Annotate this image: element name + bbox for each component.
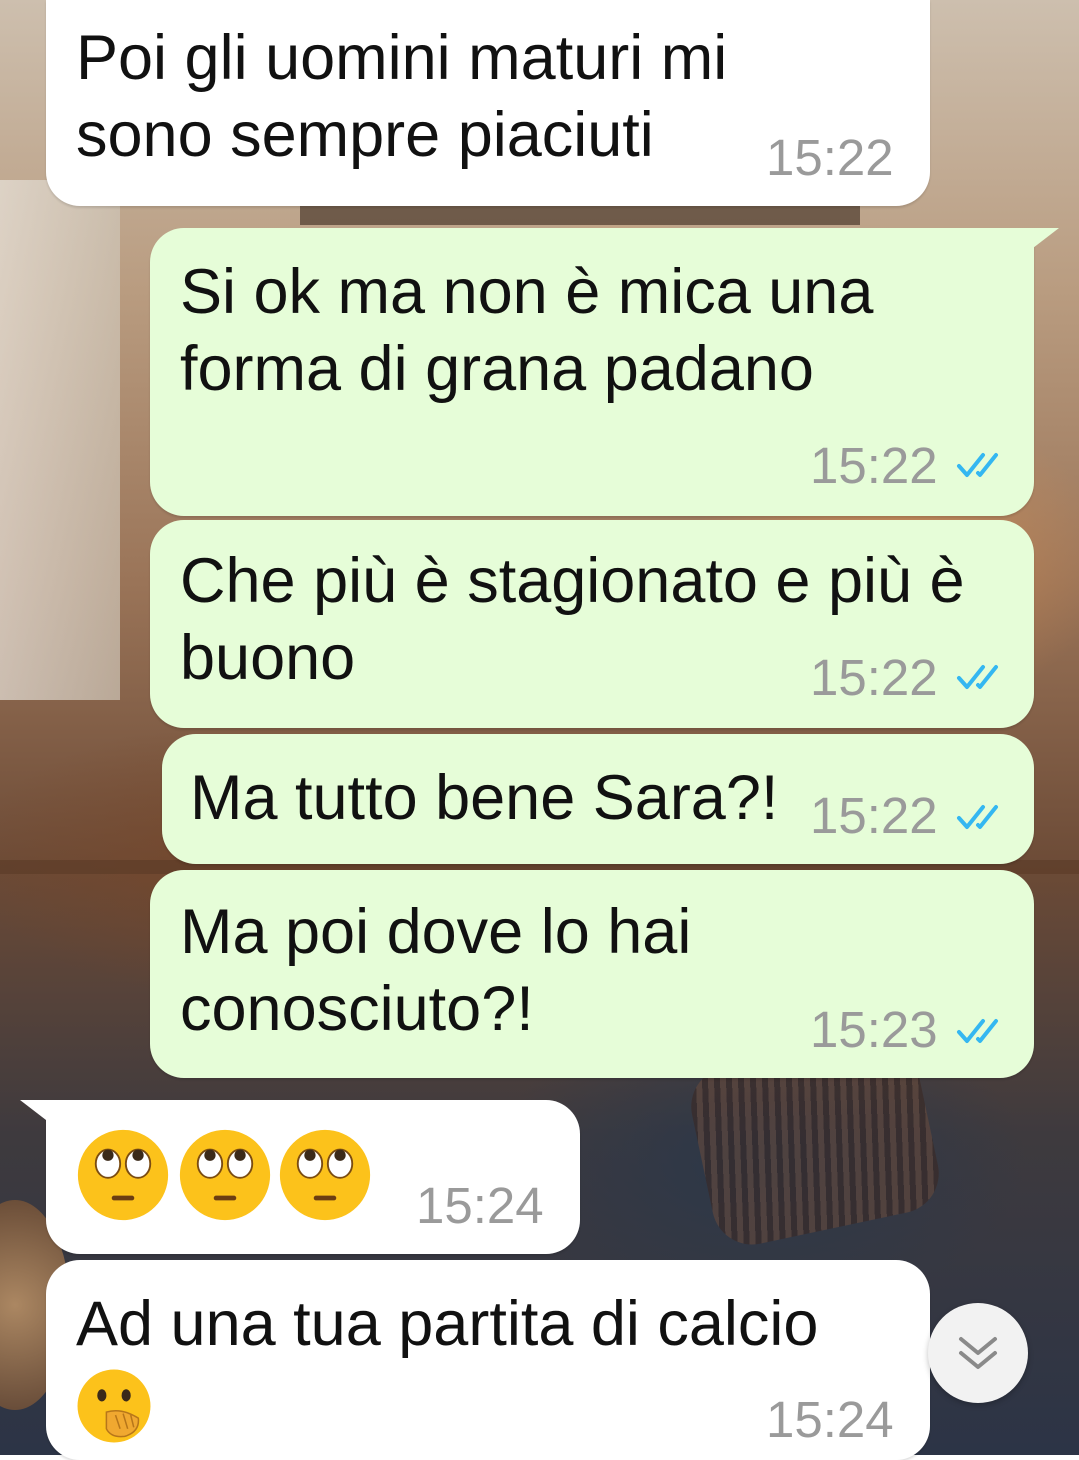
message-bubble-outgoing[interactable]: Ma tutto bene Sara?! 15:22 bbox=[162, 734, 1034, 864]
message-text: Ma tutto bene Sara?! bbox=[190, 763, 779, 833]
message-time: 15:23 bbox=[810, 1001, 938, 1058]
message-time: 15:22 bbox=[810, 787, 938, 844]
message-text: Si ok ma non è mica una forma di grana p… bbox=[180, 257, 874, 404]
read-ticks-icon bbox=[957, 1019, 998, 1043]
read-ticks-icon bbox=[957, 453, 998, 477]
face-with-hand-over-mouth-icon bbox=[77, 1369, 151, 1443]
message-time: 15:24 bbox=[416, 1177, 544, 1234]
message-bubble-incoming[interactable]: 15:24 bbox=[46, 1100, 580, 1254]
message-bubble-outgoing[interactable]: Ma poi dove lo hai conosciuto?! 15:23 bbox=[150, 870, 1034, 1078]
face-with-rolling-eyes-icon bbox=[77, 1129, 169, 1221]
message-time: 15:24 bbox=[766, 1391, 894, 1448]
message-time: 15:22 bbox=[810, 649, 938, 706]
message-bubble-incoming[interactable]: Ad una tua partita di calcio 15:24 bbox=[46, 1260, 930, 1460]
face-with-rolling-eyes-icon bbox=[279, 1129, 371, 1221]
wallpaper-window bbox=[0, 180, 120, 700]
read-ticks-icon bbox=[957, 665, 998, 689]
message-time: 15:22 bbox=[766, 129, 894, 186]
message-text: Poi gli uomini maturi mi sono sempre pia… bbox=[76, 23, 728, 170]
message-time: 15:22 bbox=[810, 437, 938, 494]
wallpaper-lamp bbox=[300, 205, 860, 225]
face-with-rolling-eyes-icon bbox=[179, 1129, 271, 1221]
message-bubble-outgoing[interactable]: Che più è stagionato e più è buono 15:22 bbox=[150, 520, 1034, 728]
double-chevron-down-icon bbox=[959, 1337, 997, 1369]
read-ticks-icon bbox=[957, 805, 998, 829]
scroll-to-bottom-button[interactable] bbox=[928, 1303, 1028, 1403]
bubble-tail bbox=[20, 1100, 46, 1120]
message-bubble-outgoing[interactable]: Si ok ma non è mica una forma di grana p… bbox=[150, 228, 1034, 516]
message-text: Ma poi dove lo hai conosciuto?! bbox=[180, 897, 692, 1044]
message-text: Ad una tua partita di calcio bbox=[76, 1289, 819, 1359]
bubble-tail bbox=[1033, 228, 1059, 248]
message-bubble-incoming[interactable]: Poi gli uomini maturi mi sono sempre pia… bbox=[46, 0, 930, 206]
